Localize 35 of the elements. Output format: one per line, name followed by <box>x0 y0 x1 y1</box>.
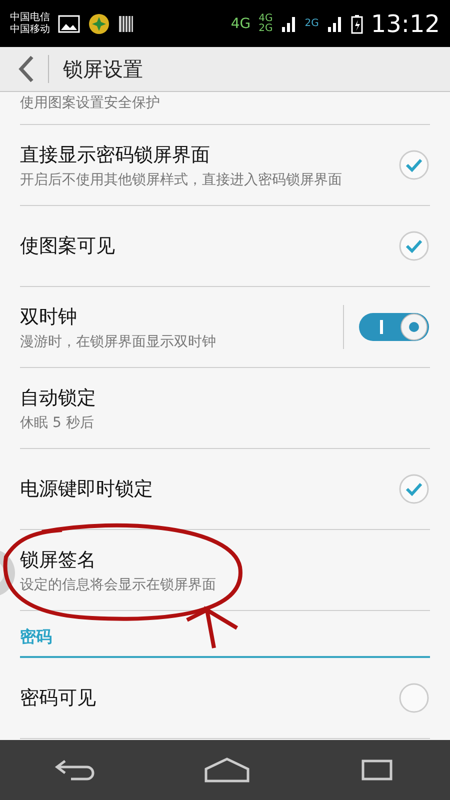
section-header: 密码 <box>20 626 52 648</box>
image-icon <box>58 14 80 32</box>
network-label: 4G <box>230 16 251 32</box>
battery-icon <box>350 14 363 34</box>
toggle-switch[interactable] <box>358 311 430 343</box>
checkbox[interactable] <box>398 149 430 181</box>
radio-button[interactable] <box>398 682 430 714</box>
screen-title: 锁屏设置 <box>63 56 143 82</box>
signal-icon <box>280 14 297 32</box>
setting-description: 休眠 5 秒后 <box>20 414 95 432</box>
network-label: 2G <box>304 18 319 28</box>
network-label: 4G <box>258 14 273 24</box>
setting-title: 直接显示密码锁屏界面 <box>20 142 211 168</box>
carrier-name: 中国电信 <box>10 12 50 24</box>
carrier-name: 中国移动 <box>10 24 50 36</box>
checkbox[interactable] <box>398 473 430 505</box>
network-label: 2G <box>258 24 273 34</box>
setting-title: 使图案可见 <box>20 234 116 259</box>
signal-icon <box>326 14 343 32</box>
home-icon[interactable] <box>203 757 251 783</box>
setting-title: 自动锁定 <box>20 386 97 410</box>
app-icon <box>88 12 110 34</box>
back-icon[interactable] <box>18 55 34 83</box>
setting-title: 双时钟 <box>20 304 78 330</box>
setting-description: 使用图案设置安全保护 <box>20 94 161 112</box>
setting-description: 设定的信息将会显示在锁屏界面 <box>20 576 217 594</box>
setting-title: 密码可见 <box>20 686 97 711</box>
setting-description: 漫游时，在锁屏界面显示双时钟 <box>20 332 217 350</box>
barcode-icon <box>118 14 134 34</box>
setting-title: 锁屏签名 <box>20 548 97 572</box>
setting-title: 电源键即时锁定 <box>20 477 154 502</box>
checkbox[interactable] <box>398 230 430 262</box>
back-icon[interactable] <box>53 757 97 783</box>
clock-time: 13:12 <box>370 10 440 38</box>
setting-description: 开启后不使用其他锁屏样式，直接进入密码锁屏界面 <box>20 170 343 188</box>
